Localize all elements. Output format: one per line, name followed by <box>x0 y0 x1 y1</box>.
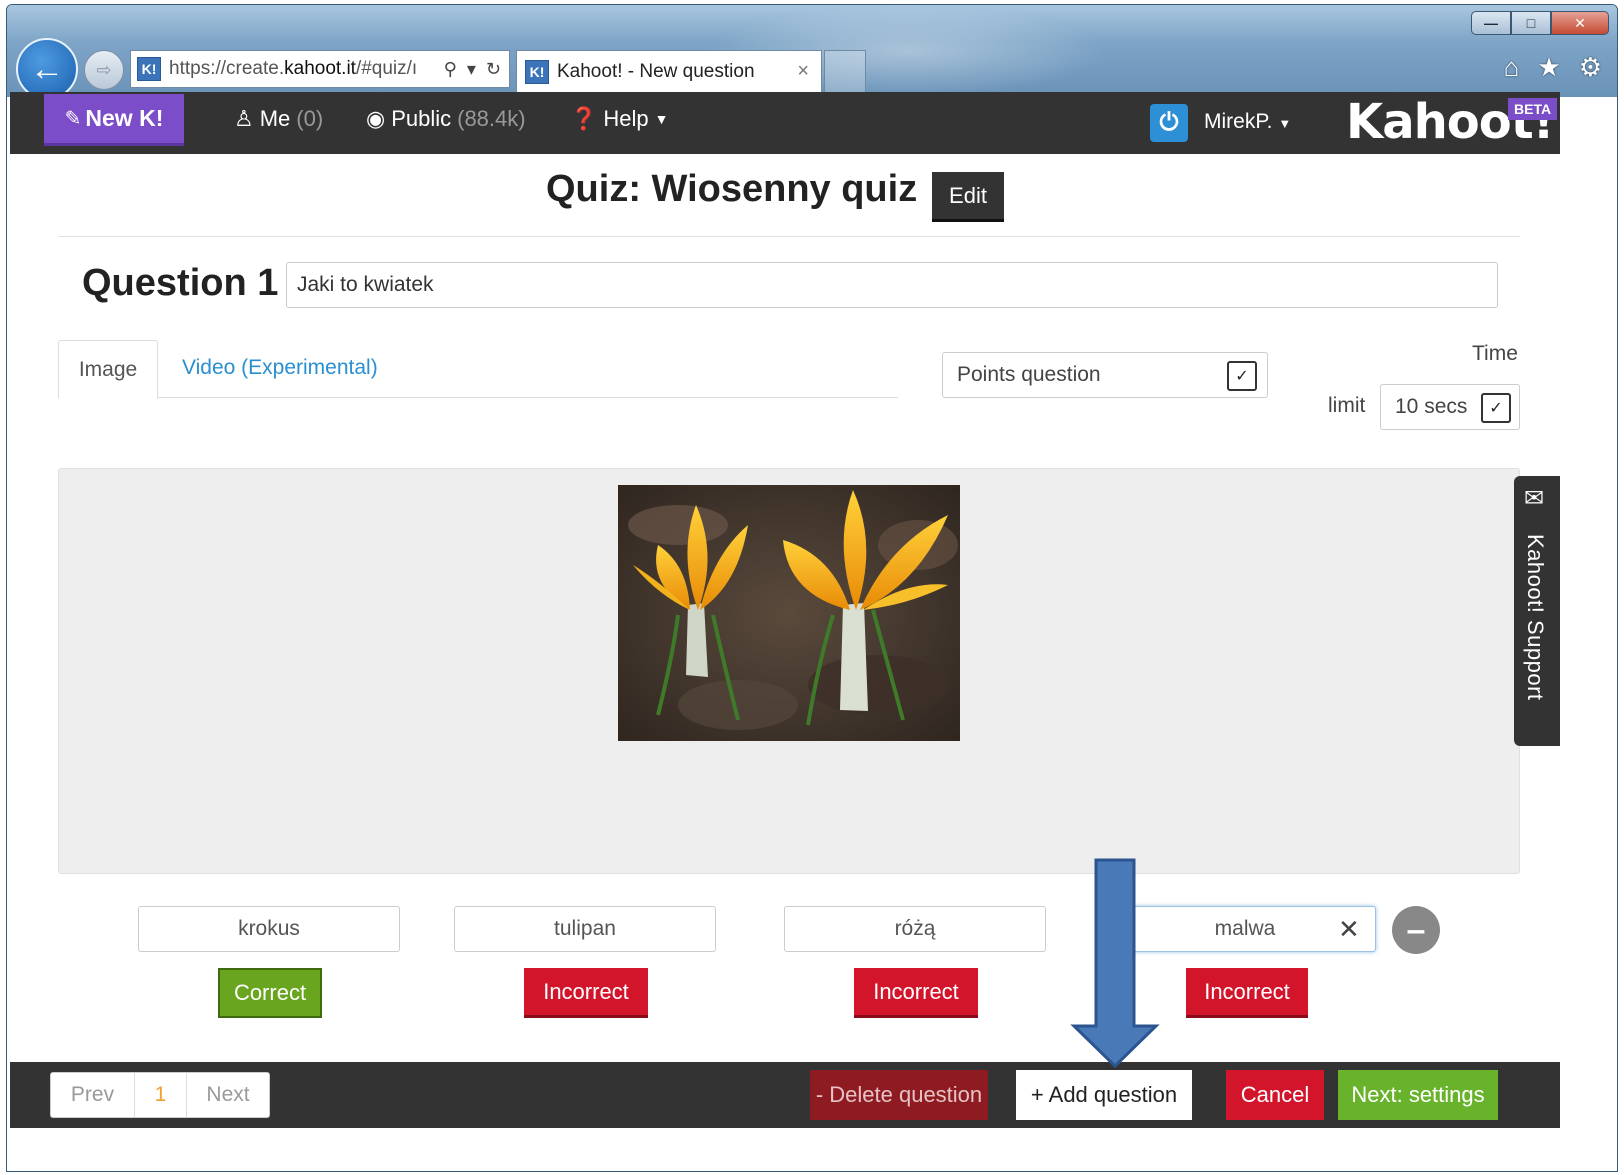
chevron-down-icon: ✓ <box>1481 393 1511 423</box>
tab-close-icon[interactable]: × <box>797 60 809 83</box>
crocus-photo <box>618 485 960 741</box>
nav-me[interactable]: ♙ Me (0) <box>234 106 323 132</box>
nav-public-count: (88.4k) <box>457 106 526 131</box>
help-icon: ❓ <box>570 106 598 131</box>
quiz-title: Quiz: Wiosenny quiz <box>546 168 918 210</box>
back-arrow-icon[interactable]: ← <box>16 38 78 100</box>
tab-image[interactable]: Image <box>58 340 158 399</box>
maximize-icon[interactable]: □ <box>1511 11 1551 35</box>
window-controls: — □ ✕ <box>1471 11 1609 35</box>
new-kahoot-button[interactable]: ✎ New K! <box>44 94 184 146</box>
remove-answer-button[interactable]: – <box>1392 906 1440 954</box>
pager: Prev 1 Next <box>50 1072 270 1118</box>
answer-1-correct-toggle[interactable]: Correct <box>218 968 322 1018</box>
answer-input-1[interactable] <box>138 906 400 952</box>
support-label: Kahoot! Support <box>1523 534 1548 701</box>
question-type-select[interactable]: Points question ✓ <box>942 352 1268 398</box>
cancel-button[interactable]: Cancel <box>1226 1070 1324 1120</box>
dropdown-icon[interactable]: ▾ <box>467 59 476 80</box>
address-icons: ⚲ ▾ ↻ <box>444 59 501 80</box>
favorites-star-icon[interactable]: ★ <box>1537 52 1560 83</box>
kahoot-navbar: ✎ New K! ♙ Me (0) ◉ Public (88.4k) ❓ Hel… <box>10 92 1560 154</box>
forward-arrow-icon[interactable]: ⇨ <box>84 50 124 90</box>
clear-input-icon[interactable]: ✕ <box>1338 914 1360 945</box>
nav-me-label: Me <box>259 106 291 131</box>
pager-next[interactable]: Next <box>187 1073 269 1117</box>
browser-tab-active[interactable]: K! Kahoot! - New question × <box>516 50 822 92</box>
new-kahoot-label: New K! <box>85 105 164 131</box>
answer-3-correct-toggle[interactable]: Incorrect <box>854 968 978 1018</box>
browser-toolbar-icons: ⌂ ★ ⚙ <box>1504 52 1602 83</box>
search-icon[interactable]: ⚲ <box>444 59 457 80</box>
beta-badge: BETA <box>1508 98 1558 120</box>
new-tab-button[interactable] <box>824 50 866 92</box>
power-icon[interactable]: ⏻ <box>1150 104 1188 142</box>
nav-public-label: Public <box>391 106 452 131</box>
question-type-value: Points question <box>957 363 1101 386</box>
nav-help[interactable]: ❓ Help ▼ <box>570 106 669 132</box>
question-image <box>618 485 960 741</box>
add-question-button[interactable]: + Add question <box>1016 1070 1192 1120</box>
globe-icon: ◉ <box>366 106 386 131</box>
answer-input-2[interactable] <box>454 906 716 952</box>
tab-video[interactable]: Video (Experimental) <box>182 356 378 380</box>
question-text-input[interactable] <box>286 262 1498 308</box>
pager-current[interactable]: 1 <box>135 1073 187 1117</box>
answer-input-3[interactable] <box>784 906 1046 952</box>
chevron-down-icon: ✓ <box>1227 361 1257 391</box>
time-limit-label-limit: limit <box>1328 394 1366 417</box>
pager-prev[interactable]: Prev <box>51 1073 135 1117</box>
answer-2-correct-toggle[interactable]: Incorrect <box>524 968 648 1018</box>
nav-help-label: Help <box>603 106 649 131</box>
url-host: kahoot.it <box>284 58 356 79</box>
minimize-icon[interactable]: — <box>1471 11 1511 35</box>
refresh-icon[interactable]: ↻ <box>486 59 501 80</box>
answer-input-4[interactable] <box>1114 906 1376 952</box>
close-icon[interactable]: ✕ <box>1551 11 1609 35</box>
time-limit-select[interactable]: 10 secs ✓ <box>1380 384 1520 430</box>
delete-question-button[interactable]: - Delete question <box>810 1070 988 1120</box>
divider <box>58 236 1520 237</box>
next-settings-button[interactable]: Next: settings <box>1338 1070 1498 1120</box>
time-limit-label-time: Time <box>1472 342 1518 365</box>
address-bar[interactable]: K! https://create. kahoot.it/#quiz/ı ⚲ ▾ … <box>130 50 510 88</box>
megaphone-icon: ✉ <box>1524 485 1545 512</box>
caret-down-icon: ▼ <box>1278 116 1292 131</box>
gear-icon[interactable]: ⚙ <box>1579 52 1602 83</box>
edit-quiz-button[interactable]: Edit <box>932 172 1004 222</box>
home-icon[interactable]: ⌂ <box>1504 52 1520 83</box>
user-menu[interactable]: MirekP. ▼ <box>1204 110 1291 134</box>
question-label: Question 1 <box>82 262 279 304</box>
user-icon: ♙ <box>234 106 254 131</box>
caret-down-icon: ▼ <box>654 111 669 127</box>
url-rest: /#quiz/ı <box>355 58 418 79</box>
media-tabs: Image Video (Experimental) <box>58 340 898 399</box>
user-name: MirekP. <box>1204 110 1273 133</box>
nav-public[interactable]: ◉ Public (88.4k) <box>366 106 526 132</box>
answer-4-correct-toggle[interactable]: Incorrect <box>1186 968 1308 1018</box>
nav-me-count: (0) <box>296 106 324 131</box>
tab-title: Kahoot! - New question <box>557 60 755 82</box>
url-prefix: https://create. <box>169 58 285 79</box>
support-tab[interactable]: ✉ Kahoot! Support <box>1514 476 1560 746</box>
kahoot-favicon-icon: K! <box>525 59 549 84</box>
edit-pencil-icon: ✎ <box>64 108 82 130</box>
kahoot-favicon-icon: K! <box>137 57 161 81</box>
time-limit-value: 10 secs <box>1395 395 1468 418</box>
